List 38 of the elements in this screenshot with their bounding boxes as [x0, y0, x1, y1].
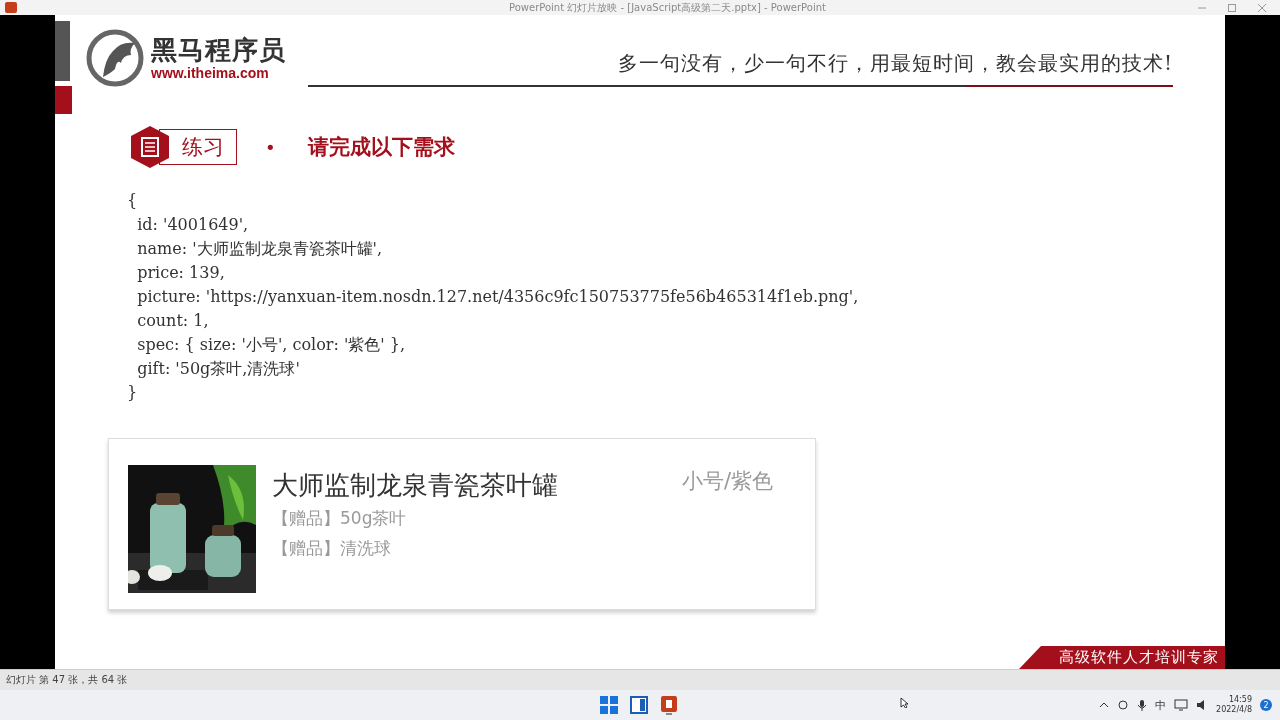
slide-counter: 幻灯片 第 47 张，共 64 张	[6, 673, 128, 687]
maximize-icon[interactable]	[1228, 3, 1236, 12]
code-line: id: '4001649',	[136, 214, 250, 236]
code-line: }	[127, 382, 139, 404]
ime-indicator[interactable]: 中	[1155, 697, 1167, 713]
code-line: gift: '50g茶叶,清洗球'	[136, 358, 301, 380]
code-line: name: '大师监制龙泉青瓷茶叶罐',	[136, 238, 383, 260]
code-line: price: 139,	[136, 262, 226, 284]
logo-url: www.itheima.com	[151, 65, 270, 81]
code-line: count: 1,	[136, 310, 210, 332]
bullet: •	[265, 136, 276, 158]
powerpoint-icon	[5, 2, 17, 13]
clock-date[interactable]: 2022/4/8	[1216, 705, 1252, 715]
microphone-icon[interactable]	[1137, 699, 1148, 711]
notification-count[interactable]: 2	[1260, 699, 1272, 711]
code-line: picture: 'https://yanxuan-item.nosdn.127.net/4356c9fc150753775fe56b465314f1eb.png',	[136, 286, 860, 308]
side-bar	[55, 21, 70, 81]
document-icon	[131, 126, 169, 168]
network-icon[interactable]	[1174, 699, 1189, 711]
slogan: 多一句没有，少一句不行，用最短时间，教会最实用的技术!	[617, 50, 1173, 77]
cursor-icon	[900, 698, 910, 708]
code-line: spec: { size: '小号', color: '紫色' },	[136, 334, 407, 356]
side-bar	[55, 86, 72, 114]
code-line: {	[127, 190, 139, 212]
gift-text: 【赠品】50g茶叶	[272, 507, 408, 530]
widgets-icon[interactable]	[630, 696, 648, 714]
window-title: PowerPoint 幻灯片放映 - [JavaScript高级第二天.pptx] - PowerPoint	[508, 1, 826, 14]
clock-time[interactable]: 14:59	[1228, 695, 1252, 705]
chevron-icon[interactable]	[1099, 700, 1110, 710]
product-title: 大师监制龙泉青瓷茶叶罐	[272, 469, 559, 502]
footer-banner: 高级软件人才培训专家	[1019, 646, 1225, 669]
start-icon[interactable]	[600, 696, 618, 714]
logo-name: 黑马程序员	[151, 35, 286, 65]
exercise-heading: 请完成以下需求	[307, 134, 455, 161]
gift-text: 【赠品】清洗球	[272, 537, 392, 560]
powerpoint-icon[interactable]	[660, 695, 678, 715]
product-spec: 小号/紫色	[682, 468, 774, 495]
close-icon[interactable]	[1258, 3, 1266, 12]
